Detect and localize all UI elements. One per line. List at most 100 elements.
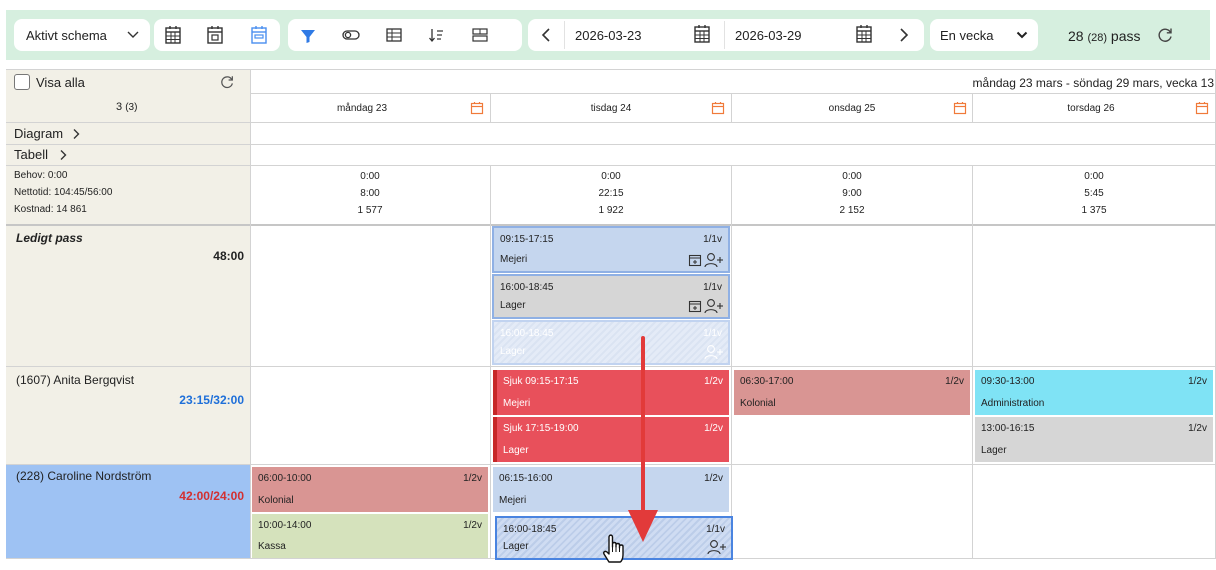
assign-person-icon[interactable] (704, 298, 724, 314)
schedule-select-value: Aktivt schema (26, 27, 107, 43)
shift-ratio: 1/2v (1188, 423, 1207, 434)
sort-icon[interactable] (428, 27, 444, 43)
grid-line (6, 122, 1216, 123)
shift-card[interactable]: Sjuk 09:15-17:15 1/2v Mejeri (493, 370, 729, 415)
show-all-checkbox[interactable] (14, 74, 30, 90)
day-header-thu[interactable]: torsdag 26 (973, 94, 1215, 122)
shift-dept: Kolonial (258, 495, 294, 506)
selected-count-sub: (3) (125, 102, 138, 113)
shift-time: 16:00-18:45 (500, 328, 554, 339)
assign-person-icon[interactable] (704, 252, 724, 268)
day-header-wed[interactable]: onsdag 25 (732, 94, 972, 122)
calendar-add-icon[interactable] (688, 253, 702, 267)
day-label: måndag 23 (336, 103, 388, 114)
assign-person-icon[interactable] (707, 539, 727, 555)
grid-line (250, 69, 251, 559)
grid-table-icon[interactable] (386, 28, 402, 42)
toggle-icon[interactable] (342, 29, 360, 41)
day-net: 9:00 (842, 188, 862, 199)
shift-ratio: 1/2v (704, 423, 723, 434)
refresh-icon[interactable] (1156, 26, 1174, 44)
day-need: 0:00 (1084, 171, 1104, 182)
table-toggle[interactable]: Tabell (6, 145, 250, 165)
shift-ratio: 1/2v (945, 376, 964, 387)
selected-count-main: 3 (116, 101, 123, 113)
diagram-toggle[interactable]: Diagram (6, 124, 250, 144)
row-header-anita[interactable]: (1607) Anita Bergqvist 23:15/32:00 (6, 367, 250, 464)
day-net: 8:00 (360, 188, 380, 199)
grid-line (6, 165, 1216, 166)
shift-time: 09:30-13:00 (981, 376, 1035, 387)
day-summary-tue: 0:00 22:15 1 922 (491, 168, 731, 222)
grid-line (731, 165, 732, 559)
shift-card[interactable]: 06:00-10:00 1/2v Kolonial (252, 467, 488, 512)
row-header-open[interactable]: Ledigt pass 48:00 (6, 226, 250, 366)
calendar-icon[interactable] (1195, 101, 1209, 115)
calendar-icon[interactable] (711, 101, 725, 115)
calendar-day-icon[interactable] (206, 25, 224, 45)
group-rows-icon[interactable] (472, 28, 488, 42)
shift-card[interactable]: 09:30-13:00 1/2v Administration (975, 370, 1213, 415)
row-hours: 42:00/24:00 (179, 489, 244, 503)
shift-dept: Kolonial (740, 398, 776, 409)
chevron-left-icon[interactable] (540, 27, 552, 43)
calendar-icon[interactable] (953, 101, 967, 115)
date-from-field[interactable]: 2026-03-23 (564, 21, 718, 49)
tools-group (288, 19, 522, 51)
shift-dept: Mejeri (499, 495, 527, 506)
chevron-down-icon (1016, 30, 1028, 40)
period-select[interactable]: En vecka (930, 19, 1038, 51)
day-cost: 1 577 (357, 205, 383, 216)
shift-time: 16:00-18:45 (503, 524, 557, 535)
shift-ratio: 1/1v (706, 524, 725, 535)
hand-cursor-icon (603, 534, 624, 563)
day-header-mon[interactable]: måndag 23 (250, 94, 490, 122)
schedule-select[interactable]: Aktivt schema (14, 19, 150, 51)
shift-time: Sjuk 17:15-19:00 (503, 423, 579, 434)
calendar-icon[interactable] (470, 101, 484, 115)
shift-card[interactable]: 09:15-17:15 1/1v Mejeri (492, 226, 730, 273)
shift-time: 10:00-14:00 (258, 520, 312, 531)
chevron-right-icon[interactable] (898, 27, 910, 43)
shift-dept: Kassa (258, 541, 286, 552)
calendar-icon[interactable] (855, 24, 873, 44)
shift-ratio: 1/2v (704, 473, 723, 484)
shift-card[interactable]: 16:00-18:45 1/1v Lager (492, 274, 730, 319)
day-net: 5:45 (1084, 188, 1104, 199)
summary-net: Nettotid: 104:45/56:00 (14, 187, 113, 198)
calendar-month-icon[interactable] (164, 25, 182, 45)
shift-ratio: 1/1v (703, 328, 722, 339)
chevron-down-icon (126, 29, 140, 41)
shift-time: 16:00-18:45 (500, 282, 554, 293)
shift-card[interactable]: 13:00-16:15 1/2v Lager (975, 417, 1213, 462)
calendar-add-icon[interactable] (688, 299, 702, 313)
grid-line (6, 366, 1216, 367)
day-net: 22:15 (598, 188, 624, 199)
drag-arrow (628, 336, 658, 542)
shift-dept: Administration (981, 398, 1045, 409)
date-to-field[interactable]: 2026-03-29 (724, 21, 884, 49)
grid-line (6, 464, 1216, 465)
calendar-week-icon[interactable] (250, 25, 268, 45)
refresh-icon[interactable] (219, 74, 235, 90)
shift-card[interactable]: 06:15-16:00 1/2v Mejeri (493, 467, 729, 512)
selected-count: 3 (3) (116, 101, 137, 113)
day-need: 0:00 (360, 171, 380, 182)
period-select-value: En vecka (940, 27, 994, 43)
calendar-icon[interactable] (693, 24, 711, 44)
summary-cost: Kostnad: 14 861 (14, 204, 87, 215)
date-from-value: 2026-03-23 (575, 28, 642, 43)
chevron-right-icon (59, 149, 67, 161)
day-header-tue[interactable]: tisdag 24 (491, 94, 731, 122)
day-summary-thu: 0:00 5:45 1 375 (973, 168, 1215, 222)
shift-ratio: 1/2v (1188, 376, 1207, 387)
day-cost: 1 375 (1081, 205, 1107, 216)
range-title: måndag 23 mars - söndag 29 mars, vecka 1… (972, 76, 1214, 90)
shift-card[interactable]: 10:00-14:00 1/2v Kassa (252, 514, 488, 558)
filter-icon[interactable] (300, 28, 316, 44)
shift-card[interactable]: 06:30-17:00 1/2v Kolonial (734, 370, 970, 415)
row-header-caroline[interactable]: (228) Caroline Nordström 42:00/24:00 (6, 465, 250, 558)
shift-card[interactable]: Sjuk 17:15-19:00 1/2v Lager (493, 417, 729, 462)
row-name: (228) Caroline Nordström (16, 469, 152, 483)
shift-count: 28 (28) pass (1068, 28, 1141, 44)
